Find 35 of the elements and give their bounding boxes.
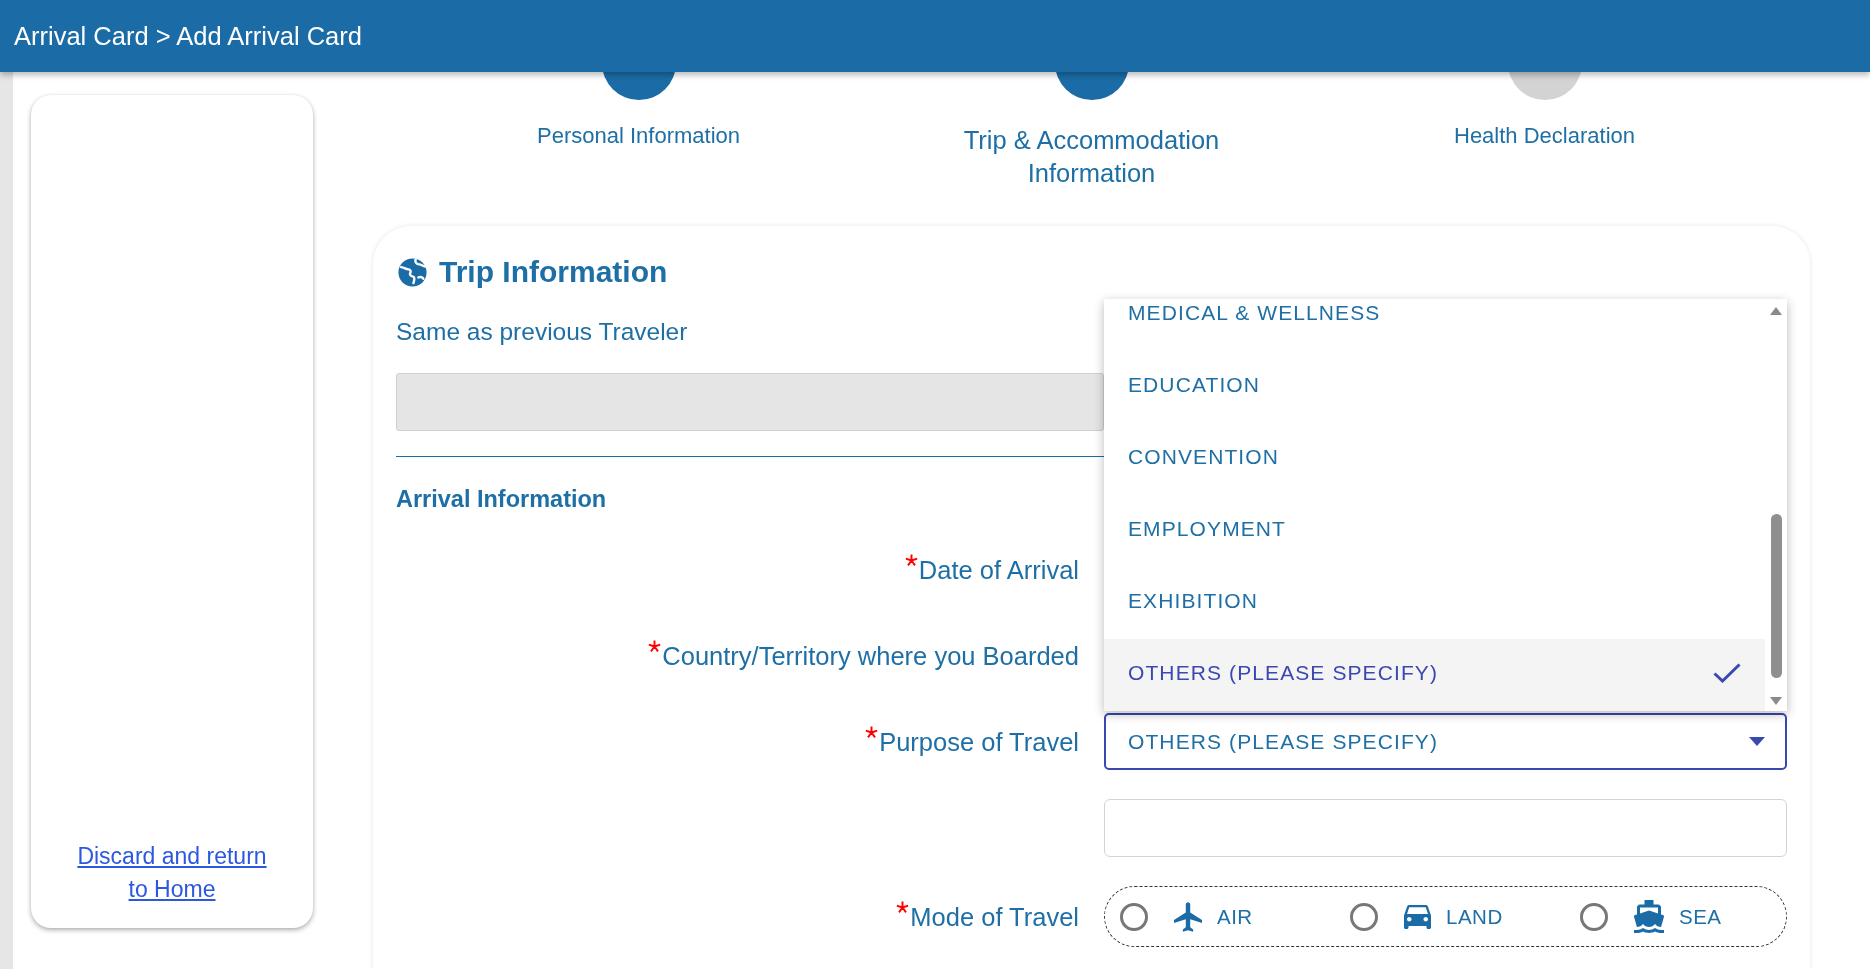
dropdown-option[interactable]: EDUCATION [1104, 351, 1765, 423]
breadcrumb-title: Arrival Card > Add Arrival Card [14, 21, 362, 51]
field-label: Date of Arrival [918, 554, 1079, 585]
step-label: Personal Information [537, 123, 740, 149]
dropdown-option[interactable]: EXHIBITION [1104, 567, 1765, 639]
section-heading: Arrival Information [396, 485, 607, 513]
radio-button[interactable] [1120, 902, 1148, 931]
text-field[interactable] [1104, 799, 1787, 857]
discard-link[interactable]: Discard and return to Home [65, 840, 279, 906]
field-label: Country/Territory where you Boarded [662, 640, 1079, 671]
field-label: Same as previous Traveler [396, 317, 688, 347]
scroll-up-arrow-icon[interactable] [1770, 307, 1782, 315]
ship-icon [1634, 900, 1664, 933]
field-label: Purpose of Travel [879, 726, 1079, 757]
radio-button[interactable] [1580, 902, 1608, 931]
option-label: LAND [1446, 904, 1503, 929]
dropdown-field[interactable]: OTHERS (PLEASE SPECIFY) [1104, 713, 1787, 770]
dropdown-option[interactable]: OTHERS (PLEASE SPECIFY) [1104, 639, 1765, 711]
airplane-icon [1174, 901, 1202, 932]
dropdown-option[interactable]: EMPLOYMENT [1104, 495, 1765, 567]
globe-icon [398, 257, 427, 287]
car-icon [1404, 904, 1431, 929]
dropdown-option[interactable]: MEDICAL & WELLNESS [1104, 299, 1765, 351]
radio-button[interactable] [1350, 902, 1378, 931]
check-icon [1713, 663, 1741, 683]
section-title: Trip Information [439, 254, 668, 290]
dropdown-option[interactable]: CONVENTION [1104, 423, 1765, 495]
caret-icon[interactable] [1749, 737, 1765, 746]
scroll-down-arrow-icon[interactable] [1770, 697, 1782, 705]
field-label: Mode of Travel [910, 901, 1079, 932]
step-label: Trip & Accommodation Information [962, 125, 1221, 189]
option-label: SEA [1679, 904, 1722, 929]
step-label: Health Declaration [1454, 123, 1635, 149]
option-label: AIR [1217, 904, 1253, 929]
scrollbar-thumb[interactable] [1770, 514, 1782, 678]
